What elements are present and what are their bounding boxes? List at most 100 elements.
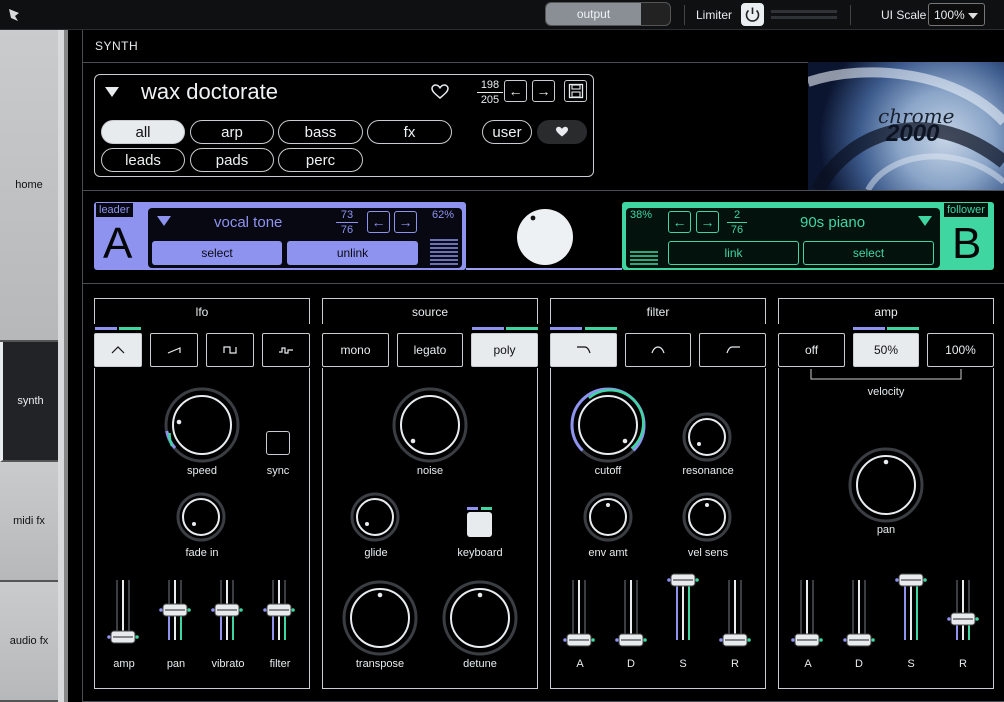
lfo-fader-pan[interactable] [159, 580, 191, 640]
source-keyboard-label: keyboard [457, 547, 503, 559]
page-title: SYNTH [95, 39, 139, 53]
filter-fader-d[interactable] [615, 580, 647, 647]
lfo-fader-amp[interactable] [107, 580, 139, 644]
layer-strip: leader A vocal tone 73 76 ← → 62% select… [94, 202, 994, 270]
arrow-left-icon: ← [508, 83, 523, 99]
follower-next-button[interactable]: → [696, 211, 719, 233]
save-icon [568, 83, 583, 99]
leader-select-button[interactable]: select [152, 241, 282, 265]
sidebar-item-synth[interactable]: synth [0, 342, 58, 462]
source-transpose-knob[interactable] [341, 579, 419, 657]
frame-line [82, 30, 83, 702]
limiter-meter-right [771, 16, 837, 19]
category-pads[interactable]: pads [190, 148, 274, 172]
lfo-sync-checkbox[interactable] [266, 431, 290, 455]
amp-velocity-label: velocity [867, 386, 905, 398]
lfo-fader-filter[interactable] [263, 580, 295, 640]
arrow-left-icon: ← [672, 214, 687, 230]
follower-select-button[interactable]: select [803, 241, 934, 265]
amp-velocity-50-button[interactable]: 50% [853, 333, 919, 367]
leader-letter: A [103, 219, 133, 268]
amp-pan-knob[interactable] [847, 446, 925, 524]
leader-next-button[interactable]: → [394, 211, 417, 233]
filter-resonance-knob[interactable] [682, 412, 732, 462]
filter-vel-knob[interactable] [682, 492, 732, 542]
source-detune-label: detune [463, 658, 497, 670]
lfo-fader-vibrato[interactable] [211, 580, 243, 640]
lfo-shape-random-button[interactable] [262, 333, 310, 367]
category-fx[interactable]: fx [367, 120, 452, 144]
save-preset-button[interactable] [564, 80, 587, 102]
source-keyboard-toggle[interactable] [467, 512, 492, 537]
category-leads[interactable]: leads [101, 148, 185, 172]
category-perc[interactable]: perc [278, 148, 363, 172]
limiter-power-button[interactable] [741, 3, 764, 26]
amp-fader-s[interactable] [895, 573, 927, 640]
follower-preset-menu-icon[interactable] [918, 216, 932, 226]
filter-bandpass-button[interactable] [625, 333, 691, 367]
prev-preset-button[interactable]: ← [504, 80, 527, 102]
amp-velocity-off-button[interactable]: off [778, 333, 845, 367]
crossfade-knob[interactable] [516, 208, 574, 266]
preset-name[interactable]: wax doctorate [141, 79, 278, 105]
leader-preset-name[interactable]: vocal tone [214, 214, 282, 231]
follower-percent: 38% [630, 209, 653, 221]
follower-indicator [119, 327, 141, 330]
lfo-shape-saw-button[interactable] [150, 333, 198, 367]
category-all[interactable]: all [101, 120, 185, 144]
top-bar: output Limiter UI Scale 100% [0, 0, 1004, 30]
amp-velocity-100-button[interactable]: 100% [927, 333, 994, 367]
filter-highpass-button[interactable] [699, 333, 766, 367]
heart-filled-icon [556, 126, 568, 137]
frame-line [82, 283, 1004, 284]
leader-prev-button[interactable]: ← [367, 211, 390, 233]
sidebar-item-audio-fx[interactable]: audio fx [0, 582, 58, 702]
heart-icon[interactable] [431, 84, 449, 100]
amp-fader-a[interactable] [791, 580, 823, 647]
filter-fader-s[interactable] [667, 573, 699, 640]
filter-lowpass-button[interactable] [550, 333, 617, 367]
leader-unlink-button[interactable]: unlink [287, 241, 418, 265]
lfo-speed-knob[interactable] [163, 386, 241, 464]
source-detune-knob[interactable] [441, 579, 519, 657]
follower-counter: 2 76 [727, 209, 747, 236]
lfo-fade-knob[interactable] [176, 492, 226, 542]
source-noise-knob[interactable] [391, 386, 469, 464]
amp-fader-d[interactable] [843, 580, 875, 647]
filter-fader-r[interactable] [719, 580, 751, 647]
follower-prev-button[interactable]: ← [668, 211, 691, 233]
source-glide-knob[interactable] [350, 492, 400, 542]
divider [684, 5, 685, 25]
preset-menu-icon[interactable] [105, 87, 119, 97]
lfo-slider-label-filter: filter [269, 658, 291, 670]
ui-scale-select[interactable]: 100% [928, 3, 985, 26]
source-mode-legato-button[interactable]: legato [397, 333, 463, 367]
random-wave-icon [279, 347, 293, 354]
sidebar-item-midi-fx[interactable]: midi fx [0, 462, 58, 582]
source-mode-mono-button[interactable]: mono [322, 333, 389, 367]
sidebar-item-home[interactable]: home [0, 30, 58, 342]
output-toggle[interactable]: output [545, 2, 671, 26]
leader-preset-menu-icon[interactable] [157, 216, 171, 226]
follower-link-button[interactable]: link [668, 241, 799, 265]
arrow-right-icon: → [536, 83, 551, 99]
next-preset-button[interactable]: → [532, 80, 555, 102]
filter-cutoff-knob[interactable] [569, 386, 647, 464]
arrow-left-icon: ← [371, 214, 386, 230]
leader-layer: leader A vocal tone 73 76 ← → 62% select… [94, 202, 466, 270]
leader-total: 76 [340, 224, 354, 236]
favorites-filter[interactable] [537, 120, 587, 144]
filter-fader-a[interactable] [563, 580, 595, 647]
category-bass[interactable]: bass [278, 120, 363, 144]
lfo-shape-sine-button[interactable] [94, 333, 142, 367]
ui-scale-label: UI Scale [881, 8, 927, 22]
filter-env-knob[interactable] [583, 492, 633, 542]
amp-fader-r[interactable] [947, 580, 979, 640]
category-user[interactable]: user [482, 120, 532, 144]
source-mode-poly-button[interactable]: poly [471, 333, 538, 367]
lfo-shape-square-button[interactable] [206, 333, 254, 367]
category-arp[interactable]: arp [190, 120, 274, 144]
sidebar-item-label: audio fx [9, 635, 49, 647]
follower-preset-name[interactable]: 90s piano [800, 214, 865, 231]
source-glide-label: glide [364, 547, 388, 559]
